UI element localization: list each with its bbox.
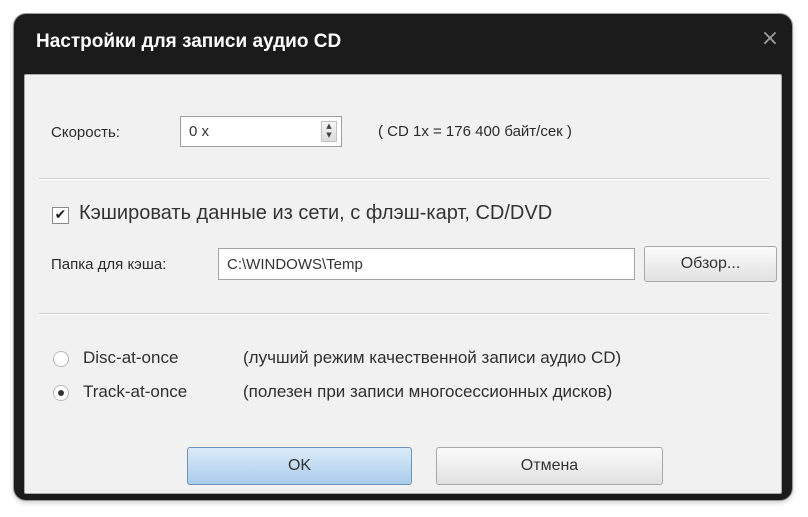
cancel-button[interactable]: Отмена [436, 447, 663, 485]
close-icon[interactable]: × [758, 27, 782, 51]
speed-value[interactable]: 0 x [189, 123, 209, 140]
disc-at-once-radio[interactable] [53, 351, 69, 367]
cache-checkbox[interactable]: ✔ [52, 207, 69, 224]
speed-spinbox[interactable]: 0 x ▲ ▼ [180, 116, 342, 147]
track-at-once-radio[interactable] [53, 385, 69, 401]
checkmark-icon: ✔ [54, 207, 67, 223]
section-divider [39, 313, 769, 315]
ok-button[interactable]: OK [187, 447, 412, 485]
track-at-once-label[interactable]: Track-at-once [83, 382, 187, 402]
audio-cd-settings-dialog: Настройки для записи аудио CD × Скорость… [14, 14, 792, 500]
cache-folder-label: Папка для кэша: [51, 256, 167, 273]
speed-note: ( CD 1x = 176 400 байт/сек ) [378, 123, 572, 140]
cache-checkbox-label[interactable]: Кэшировать данные из сети, с флэш-карт, … [79, 202, 552, 225]
section-divider [39, 178, 769, 180]
cache-folder-input[interactable]: C:\WINDOWS\Temp [218, 248, 635, 280]
track-at-once-description: (полезен при записи многосессионных диск… [243, 382, 613, 401]
disc-at-once-description: (лучший режим качественной записи аудио … [243, 348, 622, 367]
dialog-body: Скорость: 0 x ▲ ▼ ( CD 1x = 176 400 байт/… [24, 74, 782, 494]
disc-at-once-label[interactable]: Disc-at-once [83, 348, 178, 368]
speed-label: Скорость: [51, 124, 120, 141]
spin-arrows-icon[interactable]: ▲ ▼ [321, 121, 337, 142]
browse-button[interactable]: Обзор... [644, 246, 777, 282]
title-bar: Настройки для записи аудио CD × [14, 14, 792, 74]
dialog-title: Настройки для записи аудио CD [36, 31, 342, 52]
